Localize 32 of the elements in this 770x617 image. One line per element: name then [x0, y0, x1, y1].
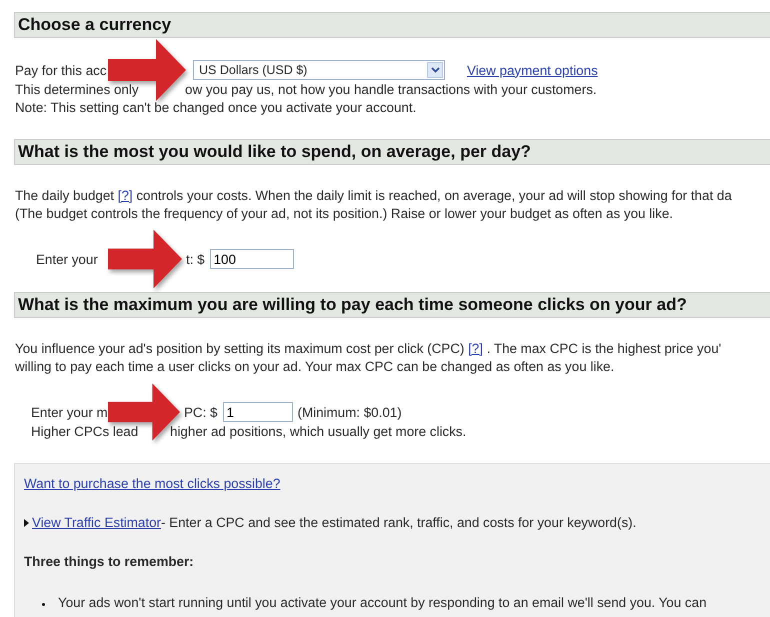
estimator-description: - Enter a CPC and see the estimated rank, traffic, and costs for your keyword(s).: [161, 515, 636, 530]
budget-input-field[interactable]: 100: [210, 249, 294, 269]
triangle-icon: [24, 518, 29, 526]
dropdown-icon: [427, 62, 443, 78]
minimum-hint: (Minimum: $0.01): [298, 404, 402, 420]
cpc-description: willing to pay each time a user clicks on your ad. Your max CPC can be changed as often as you like.: [15, 358, 616, 376]
section-heading: What is the maximum you are willing to pay each time someone clicks on your ad?: [18, 295, 687, 315]
note-text: Note: This setting can't be changed once you activate your account.: [15, 100, 416, 115]
budget-label: t: $: [186, 252, 205, 266]
cpc-note: higher ad positions, which usually get more clicks.: [170, 424, 466, 439]
tips-heading: Three things to remember:: [24, 554, 195, 569]
traffic-estimator-link[interactable]: View Traffic Estimator: [32, 515, 161, 530]
most-clicks-link[interactable]: Want to purchase the most clicks possible?: [24, 476, 280, 491]
currency-label: Pay for this acc: [15, 62, 108, 78]
tip-text: Your ads won't start running until you activate your account by responding to an email we'll send you. You can: [58, 595, 707, 610]
payment-options-link[interactable]: View payment options: [467, 62, 598, 78]
budget-description: The daily budget [?] controls your costs. When the daily limit is reached, on average, your ad will stop showing for that da: [15, 187, 733, 205]
note-text: This determines only: [15, 81, 140, 99]
cpc-note: Higher CPCs lead: [31, 423, 140, 441]
budget-description: (The budget controls the frequency of your ad, not its position.) Raise or lower your budget as often as you like.: [15, 205, 674, 223]
cpc-label: PC: $: [184, 404, 218, 420]
budget-label: Enter your: [36, 252, 99, 266]
help-link[interactable]: [?]: [468, 341, 483, 356]
cpc-label: Enter your m: [31, 404, 108, 420]
section-heading: What is the most you would like to spend, on average, per day?: [18, 142, 531, 162]
help-link[interactable]: [?]: [118, 188, 133, 203]
note-text: ow you pay us, not how you handle transactions with your customers.: [185, 82, 597, 97]
currency-dropdown[interactable]: US Dollars (USD $): [193, 60, 445, 80]
cpc-input-field[interactable]: 1: [222, 402, 292, 422]
section-heading: Choose a currency: [18, 15, 172, 35]
cpc-description: You influence your ad's position by setting its maximum cost per click (CPC) [?] . The max CPC is the highest price you': [15, 340, 722, 358]
bullet-icon: [42, 603, 45, 606]
